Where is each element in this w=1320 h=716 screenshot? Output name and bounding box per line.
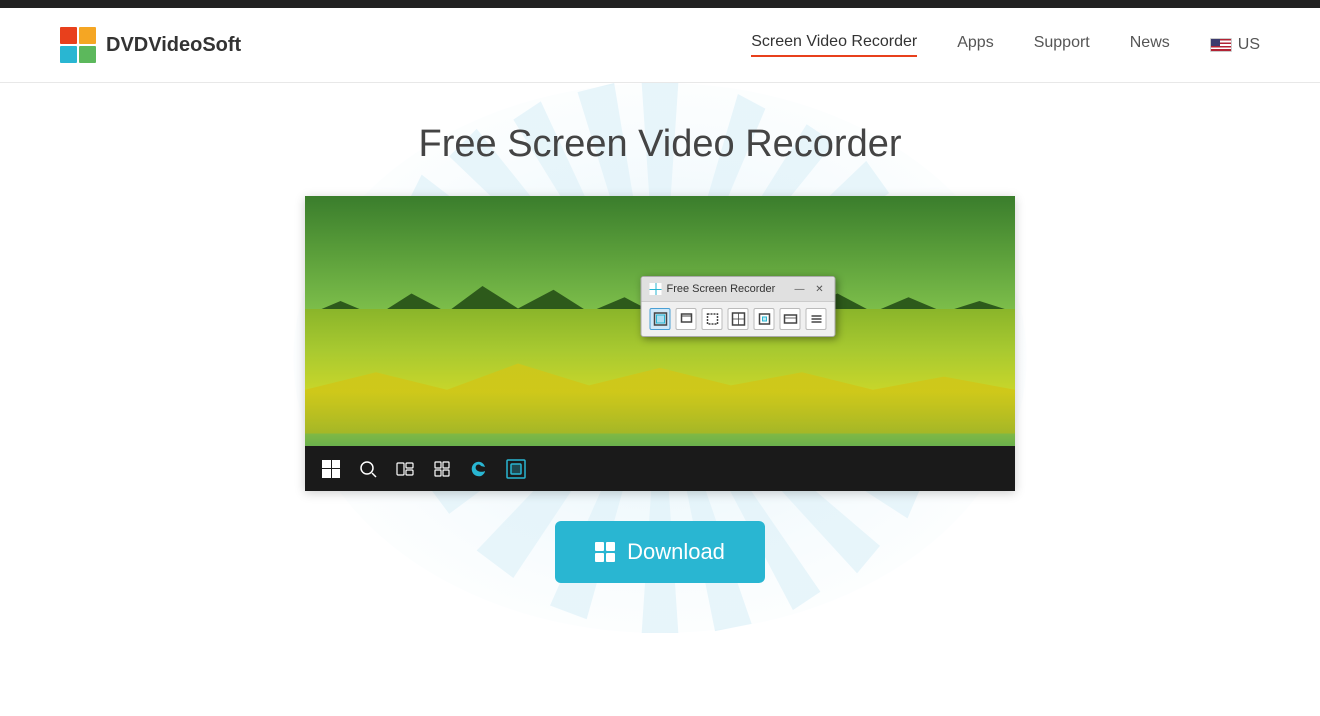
app-controls: — ✕	[793, 282, 827, 296]
page-title: Free Screen Video Recorder	[419, 123, 902, 166]
screenshot-container: Free Screen Recorder — ✕	[305, 196, 1015, 491]
taskbar	[305, 446, 1015, 491]
app-window: Free Screen Recorder — ✕	[641, 276, 836, 337]
app-titlebar: Free Screen Recorder — ✕	[642, 277, 835, 302]
windows-logo-icon	[595, 542, 615, 562]
nav-apps[interactable]: Apps	[957, 34, 993, 56]
flag-icon	[1210, 38, 1232, 52]
windows-start-icon[interactable]	[320, 458, 342, 480]
recorder-taskbar-icon[interactable]	[505, 458, 527, 480]
win-icon	[322, 460, 340, 478]
tool-custom1[interactable]	[728, 308, 749, 330]
app-window-title: Free Screen Recorder	[667, 283, 776, 295]
main-content: Free Screen Video Recorder Fre	[0, 83, 1320, 633]
logo[interactable]: DVDVideoSoft	[60, 27, 241, 63]
search-icon[interactable]	[357, 458, 379, 480]
nav-language[interactable]: US	[1210, 36, 1260, 54]
task-view-icon[interactable]	[394, 458, 416, 480]
tool-custom2[interactable]	[754, 308, 775, 330]
header: DVDVideoSoft Screen Video Recorder Apps …	[0, 8, 1320, 83]
tool-window[interactable]	[676, 308, 697, 330]
app-title-icon	[650, 283, 662, 295]
store-icon[interactable]	[431, 458, 453, 480]
nav-news[interactable]: News	[1130, 34, 1170, 56]
nav-language-label: US	[1238, 36, 1260, 54]
logo-icon	[60, 27, 96, 63]
tool-custom3[interactable]	[780, 308, 801, 330]
nav-support[interactable]: Support	[1034, 34, 1090, 56]
app-title-left: Free Screen Recorder	[650, 283, 776, 295]
close-button[interactable]: ✕	[813, 282, 827, 296]
tool-fullscreen[interactable]	[650, 308, 671, 330]
nature-image: Free Screen Recorder — ✕	[305, 196, 1015, 446]
tool-region[interactable]	[702, 308, 723, 330]
main-nav: Screen Video Recorder Apps Support News …	[751, 33, 1260, 57]
download-label: Download	[627, 539, 725, 565]
nav-screen-video-recorder[interactable]: Screen Video Recorder	[751, 33, 917, 57]
tool-menu[interactable]	[806, 308, 827, 330]
logo-text: DVDVideoSoft	[106, 34, 241, 57]
edge-icon[interactable]	[468, 458, 490, 480]
app-toolbar	[642, 302, 835, 336]
top-bar	[0, 0, 1320, 8]
minimize-button[interactable]: —	[793, 282, 807, 296]
download-button[interactable]: Download	[555, 521, 765, 583]
